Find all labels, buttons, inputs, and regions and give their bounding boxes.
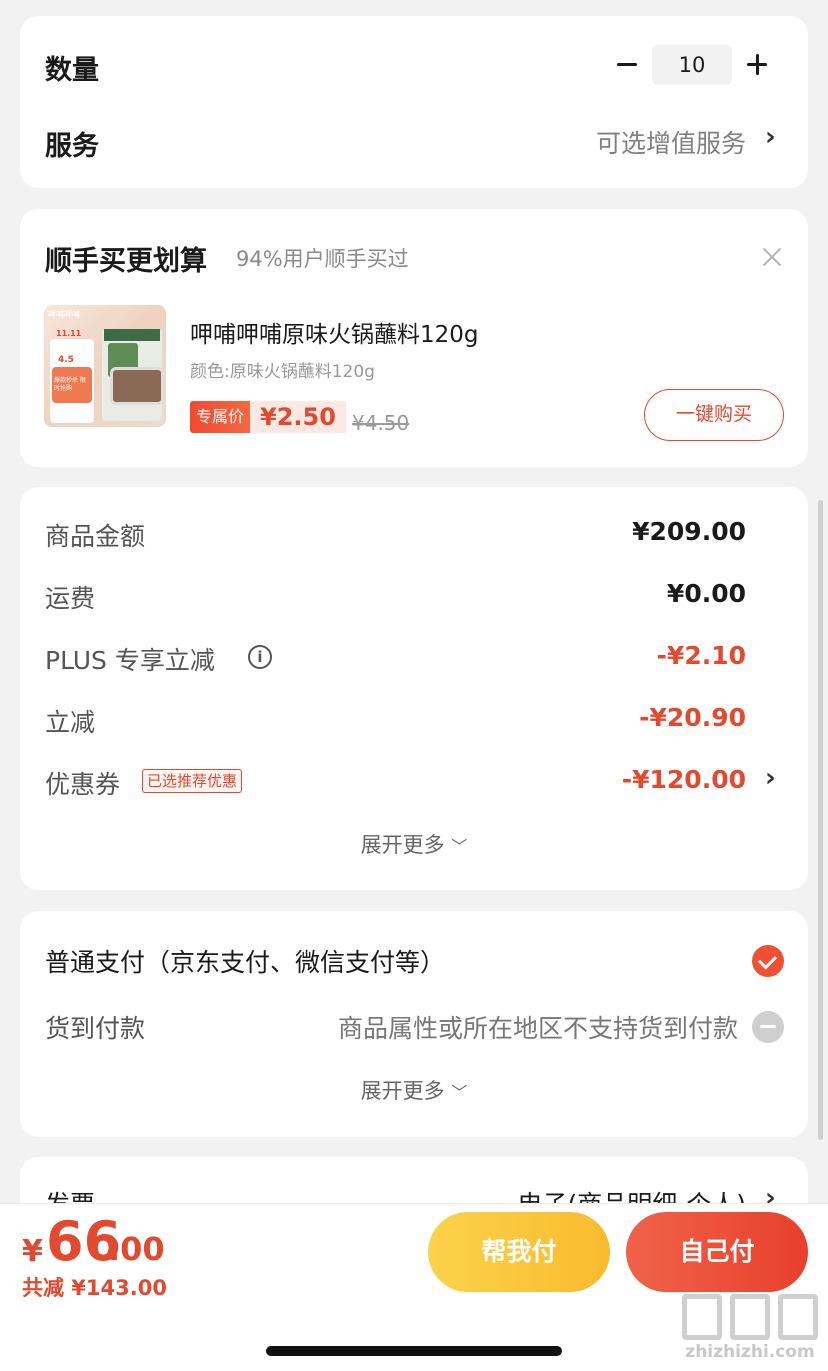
watermark-text: zhizhizhi.com [685,1342,815,1362]
expand-more-label: 展开更多 [360,1079,445,1103]
quantity-increase-button[interactable] [744,50,772,78]
thumb-brand: 呷哺呷哺 [48,310,80,319]
cost-label-coupon[interactable]: 优惠券 [45,765,120,801]
home-indicator[interactable] [266,1346,562,1356]
chevron-right-icon[interactable]: › [765,763,776,793]
thumb-promo: 11.11 [56,329,82,338]
cost-value-coupon[interactable]: -¥120.00 [622,765,746,794]
thumb-note: 爆款秒杀 限时抢购 [54,377,86,392]
cost-breakdown-card: 商品金额 ¥209.00 运费 ¥0.00 PLUS 专享立减 i -¥2.10… [20,487,808,890]
original-price: ¥4.50 [352,411,410,435]
help-me-pay-button[interactable]: 帮我付 [428,1212,610,1292]
payment-cod-label: 货到付款 [45,1014,146,1043]
cost-value-shipping: ¥0.00 [666,579,746,608]
addon-subtitle: 94%用户顺手买过 [236,247,409,271]
quantity-input[interactable]: 10 [652,45,732,85]
pay-myself-button[interactable]: 自己付 [626,1212,808,1292]
scrollbar[interactable] [818,500,823,1140]
expand-more-button[interactable]: 展开更多 ﹀ [20,1075,808,1105]
thumb-price: 4.5 [58,355,74,365]
watermark-logo: zhizhizhi.com [676,1288,824,1368]
payment-normal-label[interactable]: 普通支付（京东支付、微信支付等） [45,943,445,979]
chevron-right-icon[interactable]: › [765,122,776,152]
expand-more-label: 展开更多 [360,833,445,857]
chevron-down-icon: ﹀ [451,1083,468,1102]
exclusive-price-tag: 专属价 ¥2.50 [190,401,346,433]
quantity-decrease-button[interactable] [614,50,642,78]
one-click-buy-button[interactable]: 一键购买 [644,389,784,441]
addon-recommend-card: 顺手买更划算 94%用户顺手买过 呷哺呷哺 11.11 4.5 爆款秒杀 限时抢… [20,209,808,467]
addon-title: 顺手买更划算 [45,246,207,277]
exclusive-price: ¥2.50 [250,401,346,433]
expand-more-button[interactable]: 展开更多 ﹀ [20,829,808,859]
cost-label-plus: PLUS 专享立减 [45,646,215,675]
cost-label-goods: 商品金额 [45,522,146,551]
quantity-service-card: 数量 10 服务 可选增值服务 › [20,16,808,188]
close-icon[interactable] [762,247,782,267]
total-amount-decimal: .00 [108,1230,165,1268]
chevron-down-icon: ﹀ [451,837,468,856]
product-thumbnail[interactable]: 呷哺呷哺 11.11 4.5 爆款秒杀 限时抢购 [44,305,166,427]
cost-label-discount: 立减 [45,708,96,737]
total-saved: 共减 ¥143.00 [22,1276,167,1300]
service-label: 服务 [45,131,99,162]
cost-value-goods: ¥209.00 [632,517,746,546]
exclusive-price-label: 专属价 [190,401,251,433]
check-icon[interactable] [752,945,784,977]
cost-value-discount: -¥20.90 [639,703,746,732]
payment-method-card: 普通支付（京东支付、微信支付等） 货到付款 商品属性或所在地区不支持货到付款 展… [20,911,808,1137]
cost-label-shipping: 运费 [45,584,96,613]
quantity-label: 数量 [45,55,99,86]
coupon-tag: 已选推荐优惠 [142,769,243,793]
product-spec: 颜色:原味火锅蘸料120g [190,362,375,382]
service-value[interactable]: 可选增值服务 [596,124,746,160]
cost-value-plus: -¥2.10 [656,641,746,670]
product-name[interactable]: 呷哺呷哺原味火锅蘸料120g [190,315,479,349]
payment-cod-note: 商品属性或所在地区不支持货到付款 [337,1014,738,1043]
disabled-icon [752,1011,784,1043]
info-icon[interactable]: i [248,645,272,669]
total-currency: ¥ [22,1234,43,1269]
